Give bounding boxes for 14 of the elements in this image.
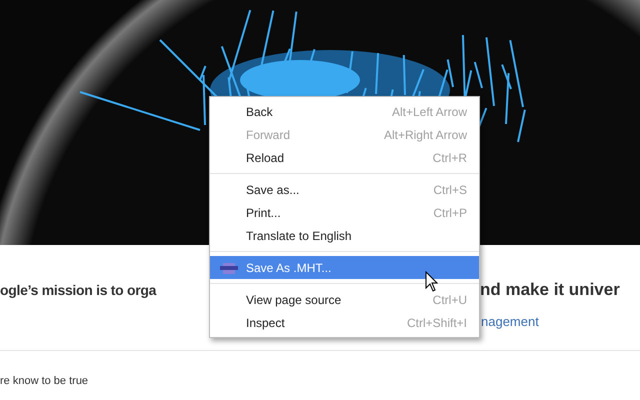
menu-item[interactable]: Reload Ctrl+R: [210, 146, 479, 169]
heading-text: ogle’s mission is to orga: [0, 282, 156, 298]
menu-item[interactable]: Print... Ctrl+P: [210, 201, 479, 224]
menu-item[interactable]: Back Alt+Left Arrow: [210, 100, 479, 123]
mht-file-icon: [220, 260, 238, 274]
menu-item[interactable]: View page source Ctrl+U: [210, 288, 479, 311]
menu-item[interactable]: Save As .MHT...: [210, 256, 479, 279]
heading-text: nd make it univer: [480, 280, 620, 300]
link[interactable]: nagement: [481, 314, 539, 328]
menu-item[interactable]: Translate to English: [210, 224, 479, 247]
body-text: re know to be true: [0, 375, 90, 387]
menu-item[interactable]: Save as... Ctrl+S: [210, 178, 479, 201]
menu-item[interactable]: Inspect Ctrl+Shift+I: [210, 311, 479, 334]
pointer-cursor-icon: [425, 271, 438, 292]
